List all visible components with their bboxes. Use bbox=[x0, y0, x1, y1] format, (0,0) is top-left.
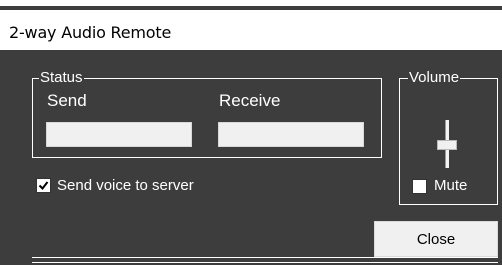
checkmark-icon bbox=[38, 181, 49, 191]
separator-line-lower bbox=[32, 262, 498, 263]
send-voice-label[interactable]: Send voice to server bbox=[57, 177, 194, 194]
separator-line bbox=[32, 257, 498, 258]
status-group-legend: Status bbox=[39, 69, 84, 86]
volume-group-legend: Volume bbox=[408, 69, 461, 86]
send-level-meter bbox=[46, 122, 192, 147]
volume-slider-thumb[interactable] bbox=[437, 140, 457, 150]
close-button[interactable]: Close bbox=[374, 221, 498, 257]
receive-label: Receive bbox=[219, 91, 281, 110]
send-label: Send bbox=[47, 91, 87, 110]
window-title: 2-way Audio Remote bbox=[0, 10, 502, 50]
receive-level-meter bbox=[218, 122, 364, 147]
mute-label[interactable]: Mute bbox=[434, 177, 467, 194]
mute-checkbox[interactable] bbox=[412, 179, 427, 194]
volume-slider[interactable] bbox=[430, 120, 464, 170]
send-voice-checkbox[interactable] bbox=[36, 178, 51, 193]
